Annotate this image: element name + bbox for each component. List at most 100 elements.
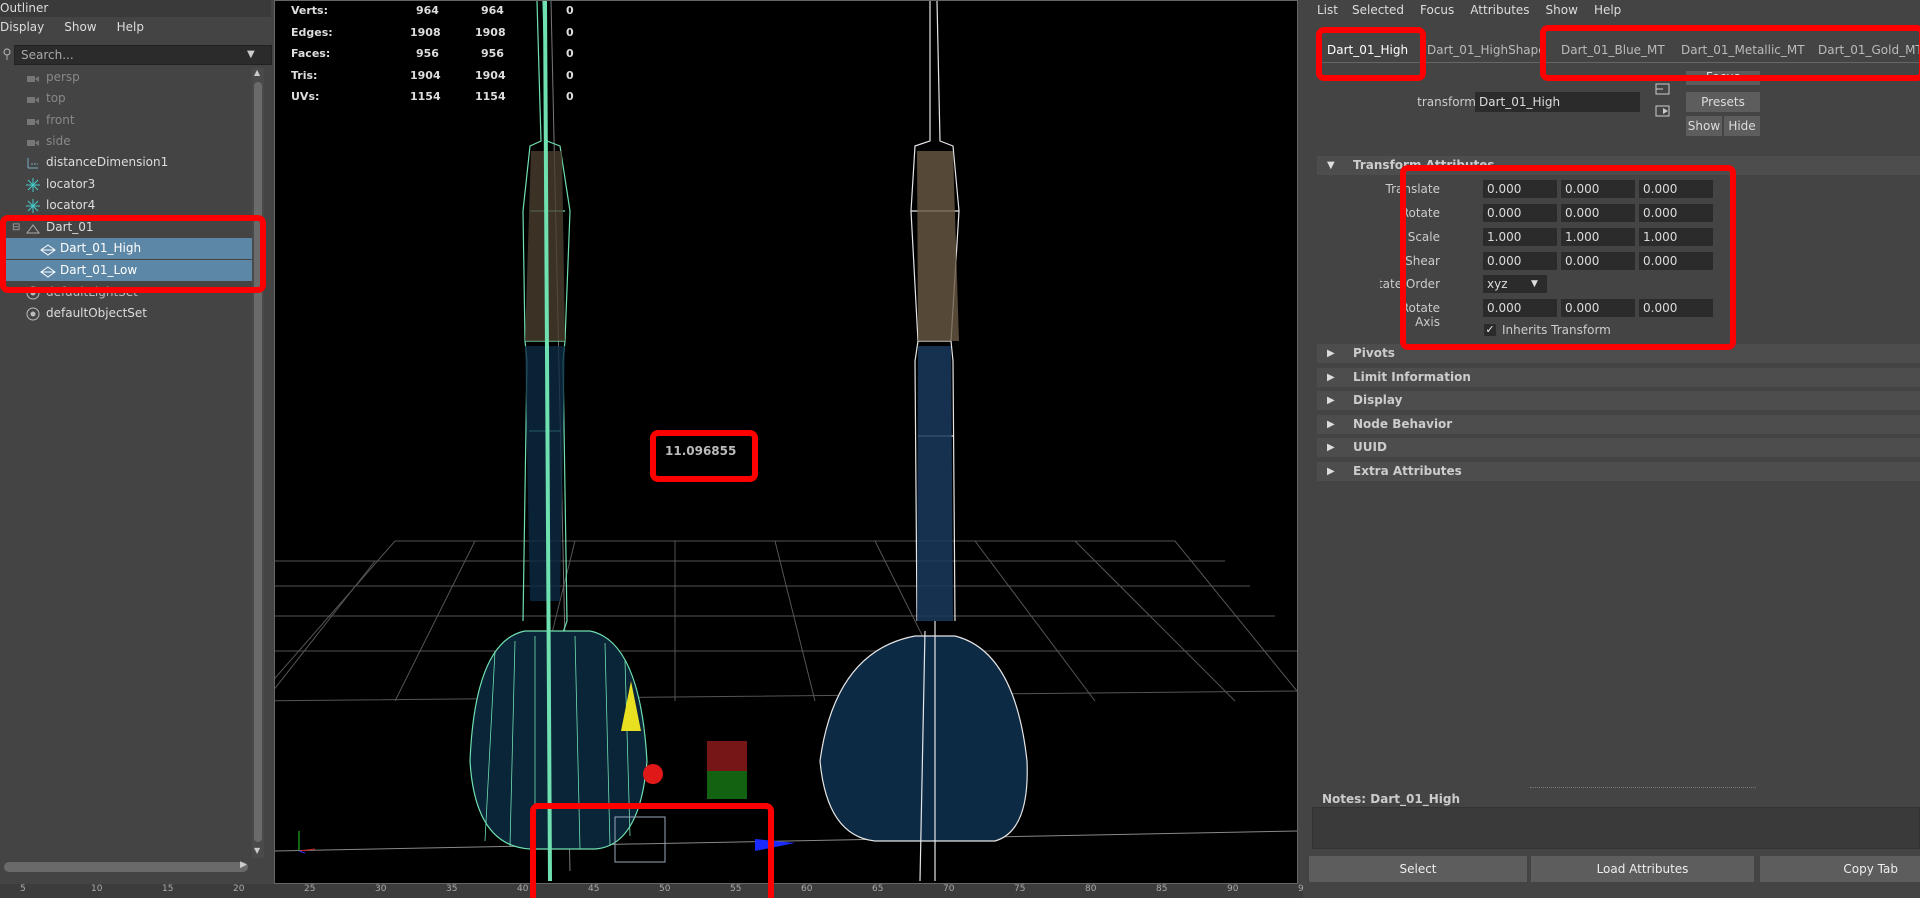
rotate-x-field[interactable]: 0.000	[1483, 204, 1557, 222]
section-node-behavior[interactable]: ▶ Node Behavior	[1317, 415, 1920, 434]
tab-divider	[1320, 62, 1920, 63]
outliner-title: Outliner	[0, 0, 271, 17]
outliner-item-locator4[interactable]: locator4	[0, 195, 252, 216]
tab-dart01-highshape[interactable]: Dart_01_HighShape	[1427, 40, 1546, 60]
hide-button[interactable]: Hide	[1724, 116, 1760, 136]
expand-arrow-icon: ▶	[1327, 466, 1335, 477]
outliner-item-label: Dart_01_Low	[60, 263, 138, 277]
menu-help[interactable]: Help	[1594, 0, 1621, 20]
load-attributes-button[interactable]: Load Attributes	[1531, 856, 1754, 882]
scroll-down-icon[interactable]: ▼	[254, 846, 260, 855]
outliner-item-top[interactable]: top	[0, 88, 252, 109]
outliner-item-label: defaultLightSet	[46, 285, 138, 299]
outliner-item-dart01-high[interactable]: Dart_01_High	[0, 238, 252, 259]
section-display[interactable]: ▶ Display	[1317, 391, 1920, 410]
rotate-y-field[interactable]: 0.000	[1561, 204, 1635, 222]
mesh-icon	[40, 264, 56, 278]
expand-minus-icon[interactable]: ⊟	[12, 217, 20, 238]
notes-resize-handle[interactable]	[1530, 787, 1756, 789]
rotate-order-select[interactable]: xyz ▼	[1483, 275, 1547, 293]
viewport-3d[interactable]: Verts: 964 964 0 Edges: 1908 1908 0 Faces: 956 9…	[274, 0, 1298, 884]
attr-menubar: List Selected Focus Attributes Show Help	[1317, 0, 1621, 20]
transform-label: transform:	[1417, 95, 1480, 109]
rotate-axis-y-field[interactable]: 0.000	[1561, 299, 1635, 317]
outliner-item-label: locator4	[46, 198, 96, 212]
show-button[interactable]: Show	[1686, 116, 1722, 136]
outliner-horizontal-scrollbar[interactable]	[4, 862, 248, 872]
tab-dart01-high[interactable]: Dart_01_High	[1327, 40, 1408, 60]
scale-y-field[interactable]: 1.000	[1561, 228, 1635, 246]
menu-focus[interactable]: Focus	[1420, 0, 1454, 20]
timeline-tick-label: 30	[375, 884, 387, 894]
notes-textarea[interactable]	[1312, 807, 1920, 849]
presets-button[interactable]: Presets	[1686, 92, 1760, 112]
outliner-item-label: top	[46, 91, 66, 105]
scale-z-field[interactable]: 1.000	[1639, 228, 1713, 246]
section-title: Pivots	[1353, 346, 1395, 360]
timeline-tick-label: 85	[1156, 884, 1168, 894]
menu-help[interactable]: Help	[117, 17, 144, 37]
scroll-right-icon[interactable]: ▶	[240, 860, 247, 870]
tab-dart01-gold-mt[interactable]: Dart_01_Gold_MT	[1818, 40, 1920, 60]
scroll-up-icon[interactable]: ▲	[254, 68, 260, 77]
outliner-item-default-light-set[interactable]: defaultLightSet	[0, 282, 252, 303]
viewport-scene	[275, 1, 1297, 882]
camera-icon	[26, 135, 40, 147]
go-to-input-icon[interactable]	[1655, 82, 1671, 96]
shear-y-field[interactable]: 0.000	[1561, 252, 1635, 270]
transform-name-field[interactable]: Dart_01_High	[1475, 92, 1640, 112]
locator-icon	[26, 199, 40, 213]
translate-x-field[interactable]: 0.000	[1483, 180, 1557, 198]
section-uuid[interactable]: ▶ UUID	[1317, 438, 1920, 457]
tab-dart01-metallic-mt[interactable]: Dart_01_Metallic_MT	[1681, 40, 1805, 60]
outliner-vertical-scrollbar[interactable]: ▲ ▼	[252, 68, 264, 858]
shear-z-field[interactable]: 0.000	[1639, 252, 1713, 270]
menu-display[interactable]: Display	[0, 17, 44, 37]
menu-show[interactable]: Show	[1546, 0, 1578, 20]
focus-button[interactable]: Focus	[1686, 71, 1760, 85]
timeline-tick-label: 45	[588, 884, 600, 894]
timeline-tick-label: 40	[517, 884, 529, 894]
search-dropdown-icon[interactable]: ▼	[247, 49, 255, 60]
search-input[interactable]: Search... ▼	[14, 45, 272, 65]
translate-y-field[interactable]: 0.000	[1561, 180, 1635, 198]
mesh-icon	[40, 242, 56, 256]
rotate-axis-z-field[interactable]: 0.000	[1639, 299, 1713, 317]
section-extra-attributes[interactable]: ▶ Extra Attributes	[1317, 462, 1920, 481]
set-icon	[26, 307, 40, 321]
outliner-item-dart01-low[interactable]: Dart_01_Low	[0, 260, 252, 281]
menu-list[interactable]: List	[1317, 0, 1338, 20]
copy-tab-button[interactable]: Copy Tab	[1760, 856, 1920, 882]
outliner-item-label: distanceDimension1	[46, 155, 169, 169]
tab-dart01-blue-mt[interactable]: Dart_01_Blue_MT	[1561, 40, 1665, 60]
shear-x-field[interactable]: 0.000	[1483, 252, 1557, 270]
go-to-output-icon[interactable]	[1655, 104, 1671, 118]
outliner-item-distance-dimension[interactable]: distanceDimension1	[0, 152, 252, 173]
outliner-item-side[interactable]: side	[0, 131, 252, 152]
outliner-item-front[interactable]: front	[0, 110, 252, 131]
outliner-panel: Outliner Display Show Help Search... ▼ p…	[0, 0, 272, 898]
inherits-transform-checkbox[interactable]: ✓	[1484, 324, 1496, 336]
menu-show[interactable]: Show	[64, 17, 96, 37]
menu-attributes[interactable]: Attributes	[1470, 0, 1529, 20]
section-pivots[interactable]: ▶ Pivots	[1317, 344, 1920, 363]
outliner-item-locator3[interactable]: locator3	[0, 174, 252, 195]
section-title: Transform Attributes	[1353, 158, 1495, 172]
outliner-item-default-object-set[interactable]: defaultObjectSet	[0, 303, 252, 324]
section-limit-information[interactable]: ▶ Limit Information	[1317, 368, 1920, 387]
dropdown-arrow-icon: ▼	[1531, 279, 1538, 289]
outliner-item-dart01[interactable]: ⊟ Dart_01	[0, 217, 252, 238]
rotate-z-field[interactable]: 0.000	[1639, 204, 1713, 222]
outliner-item-persp[interactable]: persp	[0, 67, 252, 88]
section-transform-attributes[interactable]: ▼ Transform Attributes	[1317, 156, 1920, 175]
select-button[interactable]: Select	[1309, 856, 1527, 882]
outliner-item-label: Dart_01_High	[60, 241, 142, 255]
rotate-axis-x-field[interactable]: 0.000	[1483, 299, 1557, 317]
expand-arrow-icon: ▶	[1327, 348, 1335, 359]
search-icon[interactable]	[2, 46, 12, 62]
translate-z-field[interactable]: 0.000	[1639, 180, 1713, 198]
rotate-label: Rotate	[1400, 206, 1440, 220]
menu-selected[interactable]: Selected	[1352, 0, 1404, 20]
camera-icon	[26, 71, 40, 83]
scale-x-field[interactable]: 1.000	[1483, 228, 1557, 246]
